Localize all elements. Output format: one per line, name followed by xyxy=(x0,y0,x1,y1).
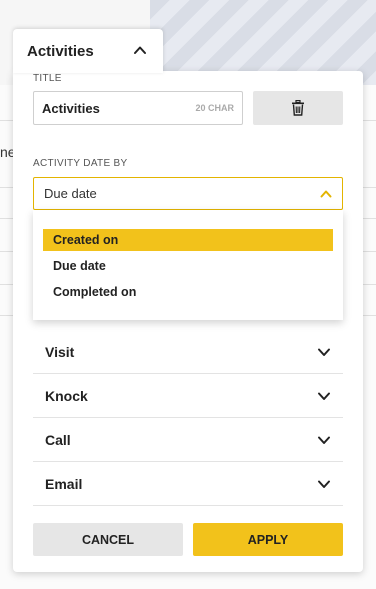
widget-settings-popover: TITLE Activities 20 CHAR ACTIVITY DATE B… xyxy=(13,71,363,572)
accordion-label: Visit xyxy=(45,343,75,360)
activity-date-select-value: Due date xyxy=(44,186,97,201)
accordion-row-email[interactable]: Email xyxy=(33,462,343,506)
accordion-label: Call xyxy=(45,431,71,448)
dropdown-option-due-date[interactable]: Due date xyxy=(43,255,333,277)
chevron-down-icon xyxy=(318,480,330,488)
activity-date-by-label: ACTIVITY DATE BY xyxy=(33,158,128,169)
title-input[interactable]: Activities 20 CHAR xyxy=(33,91,243,125)
activity-date-select[interactable]: Due date xyxy=(33,177,343,210)
delete-button[interactable] xyxy=(253,91,343,125)
accordion-row-call[interactable]: Call xyxy=(33,418,343,462)
cancel-button[interactable]: CANCEL xyxy=(33,523,183,556)
chevron-up-icon xyxy=(320,190,332,197)
dropdown-option-created-on[interactable]: Created on xyxy=(43,229,333,251)
title-input-value: Activities xyxy=(42,100,100,116)
chevron-down-icon xyxy=(318,392,330,400)
chevron-down-icon xyxy=(318,348,330,356)
accordion-label: Knock xyxy=(45,387,88,404)
apply-button[interactable]: APPLY xyxy=(193,523,343,556)
accordion-row-knock[interactable]: Knock xyxy=(33,374,343,418)
trash-icon xyxy=(292,100,304,116)
activities-tab[interactable]: Activities xyxy=(13,29,163,73)
title-label: TITLE xyxy=(33,73,62,84)
accordion-label: Email xyxy=(45,475,83,492)
activity-date-dropdown: Created on Due date Completed on xyxy=(33,210,343,320)
dropdown-option-completed-on[interactable]: Completed on xyxy=(43,281,333,303)
chevron-up-icon[interactable] xyxy=(133,43,147,57)
accordion-row-visit[interactable]: Visit xyxy=(33,330,343,374)
char-counter: 20 CHAR xyxy=(195,103,234,113)
chevron-down-icon xyxy=(318,436,330,444)
tab-title: Activities xyxy=(27,42,94,60)
